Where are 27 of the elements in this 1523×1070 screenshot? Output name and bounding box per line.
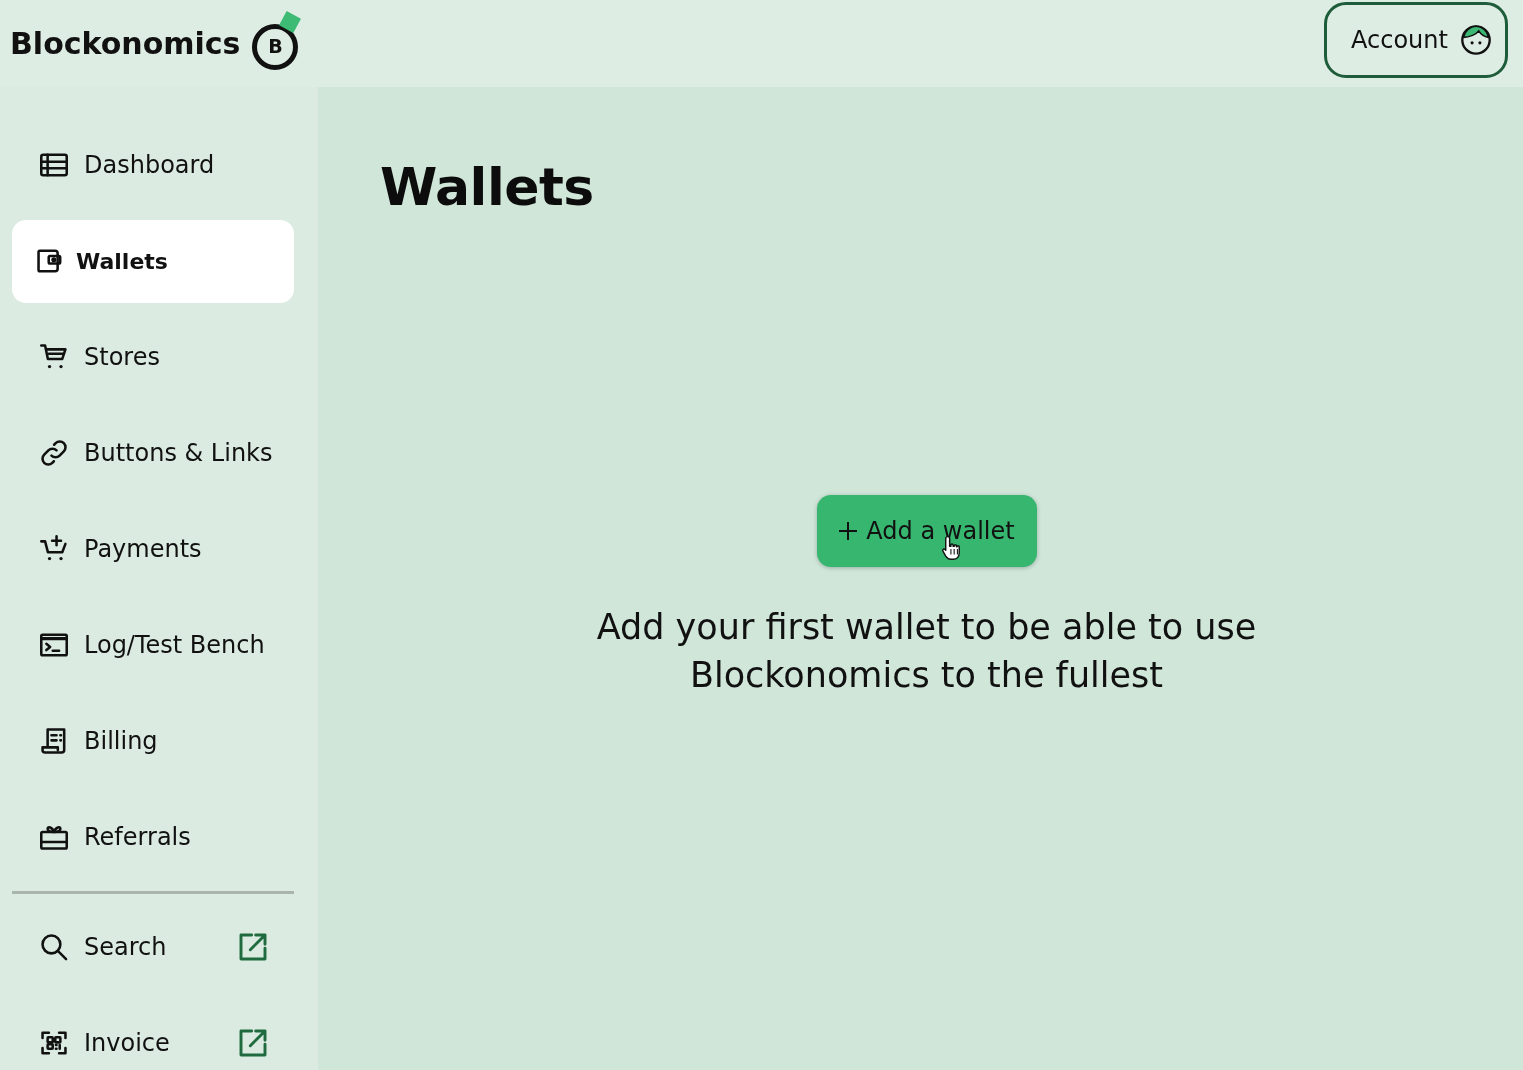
search-icon bbox=[40, 933, 68, 961]
empty-state-message: Add your first wallet to be able to use Blockonomics to the fullest bbox=[595, 606, 1258, 697]
plus-icon bbox=[838, 521, 859, 541]
sidebar-item[interactable]: Payments bbox=[12, 523, 294, 575]
wallet-icon bbox=[36, 247, 64, 275]
page-title: Wallets bbox=[380, 156, 595, 218]
terminal-icon bbox=[40, 631, 68, 659]
cart-icon bbox=[40, 343, 68, 371]
sidebar-item[interactable]: Wallets bbox=[12, 219, 294, 303]
sidebar-item[interactable]: Dashboard bbox=[12, 139, 294, 191]
link-icon bbox=[40, 439, 68, 467]
qr-scan-icon bbox=[40, 1029, 68, 1057]
sidebar-item[interactable]: Stores bbox=[12, 331, 294, 383]
sidebar-item[interactable]: Referrals bbox=[12, 811, 294, 863]
brand-name: Blockonomics bbox=[10, 25, 241, 62]
account-button[interactable]: Account bbox=[1324, 2, 1508, 78]
cart-plus-icon bbox=[40, 535, 68, 563]
sidebar-item[interactable]: Buttons & Links bbox=[12, 427, 294, 479]
sidebar-item[interactable]: Invoice bbox=[12, 1017, 294, 1069]
avatar-icon bbox=[1460, 25, 1491, 55]
sidebar-item[interactable]: Log/Test Bench bbox=[12, 619, 294, 671]
sidebar-item[interactable]: Billing bbox=[12, 715, 294, 767]
receipt-icon bbox=[40, 727, 68, 755]
table-icon bbox=[40, 151, 68, 179]
add-wallet-button[interactable]: Add a wallet bbox=[816, 495, 1037, 567]
sidebar-item[interactable]: Search bbox=[12, 921, 294, 973]
gift-card-icon bbox=[40, 823, 68, 851]
